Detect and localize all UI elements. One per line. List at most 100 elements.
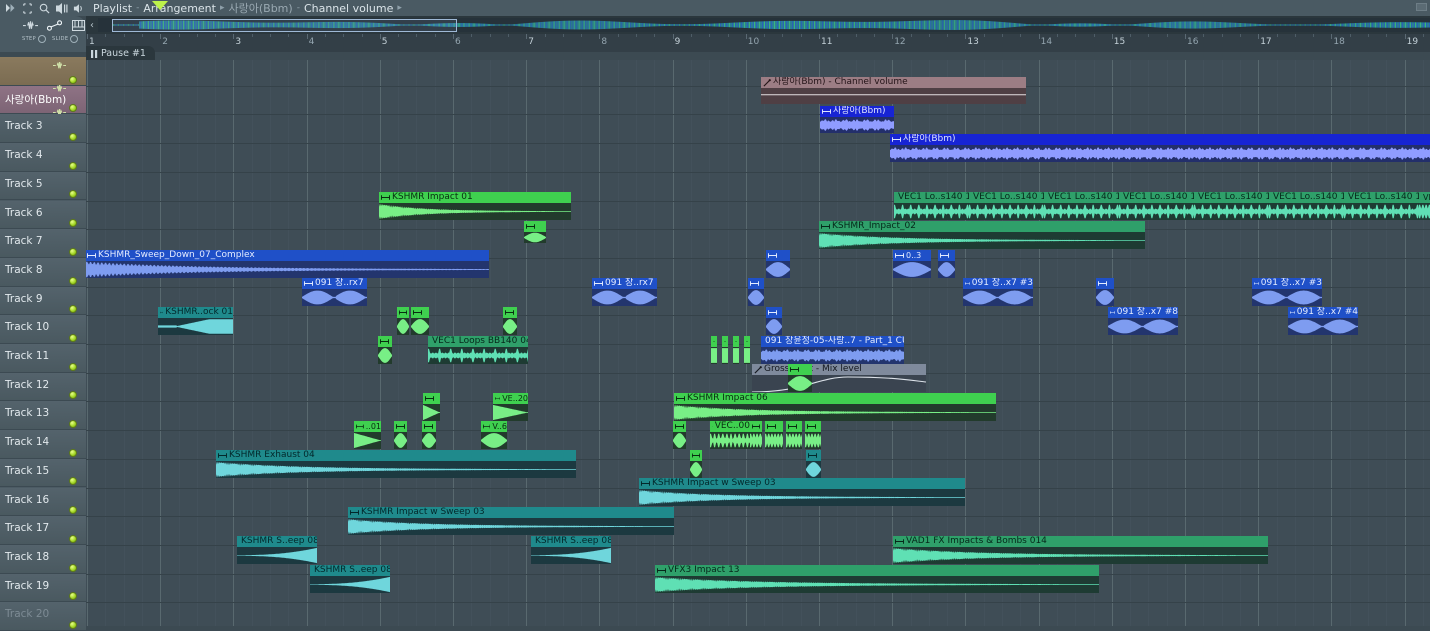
track-header-1[interactable] — [0, 57, 86, 86]
playlist-clip[interactable]: KSHMR Impact w Sweep 03 — [348, 507, 674, 535]
clip-body[interactable] — [733, 347, 739, 364]
track-header-18[interactable]: Track 18 — [0, 544, 86, 574]
clip-body[interactable] — [765, 432, 783, 449]
track-led-18[interactable] — [69, 563, 77, 572]
playlist-clip[interactable]: ..01 — [354, 421, 381, 449]
playlist-clip[interactable]: 091 장..rx7 — [592, 278, 657, 306]
playlist-clip[interactable]: KSHMR_Sweep_Down_07_Complex — [86, 250, 489, 278]
track-header-6[interactable]: Track 6 — [0, 200, 86, 230]
playlist-clip[interactable]: VEC1 Lo..s140 124 — [1119, 192, 1194, 220]
clip-header[interactable] — [766, 250, 790, 261]
playhead-marker[interactable] — [152, 1, 169, 10]
clip-body[interactable] — [1119, 203, 1194, 220]
clip-header[interactable]: KSHMR Impact 06 — [674, 393, 996, 404]
clip-header[interactable]: VEC1 Lo..s140 124 — [1194, 192, 1269, 203]
clip-body[interactable] — [1344, 203, 1419, 220]
playlist-clip[interactable] — [423, 393, 440, 421]
clip-body[interactable] — [428, 347, 528, 364]
clip-body[interactable] — [1096, 289, 1114, 306]
track-led-16[interactable] — [69, 506, 77, 515]
clip-header[interactable]: 사랑아(Bbm) - Channel volume — [761, 77, 1026, 88]
track-led-20[interactable] — [69, 620, 77, 629]
playlist-clip[interactable]: 사랑아(Bbm) - Channel volume — [761, 77, 1026, 104]
clip-header[interactable] — [378, 336, 392, 347]
clip-header[interactable] — [806, 450, 821, 461]
clip-header[interactable]: VAD1 FX Impacts & Bombs 014 — [893, 536, 1268, 547]
clip-header[interactable] — [690, 450, 702, 461]
clip-header[interactable] — [786, 421, 802, 432]
clip-header[interactable]: 091 장..x7 #8 — [1108, 307, 1178, 318]
playlist-clip[interactable]: VAD1 FX Impacts & Bombs 014 — [893, 536, 1268, 564]
track-led-10[interactable] — [69, 333, 77, 342]
clip-header[interactable] — [765, 421, 783, 432]
clip-header[interactable]: VEC1 Loops BB140 046 — [428, 336, 528, 347]
clip-header[interactable] — [722, 336, 728, 347]
playlist-clip[interactable]: KSHMR..ock 01 — [158, 307, 233, 335]
clip-header[interactable] — [1096, 278, 1114, 289]
clip-header[interactable]: KSHMR_Sweep_Down_07_Complex — [86, 250, 489, 261]
magnet-snap-icon[interactable] — [2, 1, 19, 15]
playlist-clip[interactable] — [711, 336, 717, 364]
clip-body[interactable] — [592, 289, 657, 306]
playlist-clip[interactable]: 091 장..x7 #4 — [1288, 307, 1358, 335]
playlist-clip[interactable]: KSHMR S..eep 08 — [531, 536, 611, 564]
clip-header[interactable] — [748, 278, 764, 289]
clip-body[interactable] — [1269, 203, 1344, 220]
playlist-clip[interactable] — [750, 421, 762, 449]
playlist-clip[interactable]: KSHMR Exhaust 04 — [216, 450, 576, 478]
clip-header[interactable]: KSHMR Impact 01 — [379, 192, 571, 203]
playlist-clip[interactable]: VEC1 Lo..s140 124 — [894, 192, 969, 220]
track-led-4[interactable] — [69, 161, 77, 170]
clip-body[interactable] — [86, 261, 489, 278]
clip-header[interactable]: 0..3 — [893, 250, 931, 261]
clip-header[interactable] — [503, 307, 517, 318]
clip-header[interactable]: VEC..00 — [710, 421, 750, 432]
playlist-clip[interactable]: VFX3 Impact 13 — [655, 565, 1099, 593]
playlist-clip[interactable]: VE — [1419, 192, 1430, 220]
playlist-clip[interactable]: 0..3 — [893, 250, 931, 278]
slide-led-icon[interactable] — [70, 35, 79, 43]
track-led-8[interactable] — [69, 276, 77, 285]
clip-body[interactable] — [722, 347, 728, 364]
track-led-11[interactable] — [69, 362, 77, 371]
track-led-12[interactable] — [69, 391, 77, 400]
clip-header[interactable]: VFX3 Impact 13 — [655, 565, 1099, 576]
playlist-clip[interactable]: 091 장윤정-05-사랑..7 - Part_1 CUT — [761, 336, 904, 364]
clip-body[interactable] — [302, 289, 367, 306]
clip-body[interactable] — [673, 432, 686, 449]
track-header-20[interactable]: Track 20 — [0, 602, 86, 631]
clip-body[interactable] — [237, 547, 317, 564]
playlist-clip[interactable] — [378, 336, 392, 364]
timeline-ruler[interactable]: 1 2 3 4 5 6 7 8 9 10 11 12 13 14 15 16 17 18 19 — [86, 34, 1430, 52]
clip-header[interactable] — [744, 336, 750, 347]
clip-body[interactable] — [893, 547, 1268, 564]
playlist-grid[interactable]: 사랑아(Bbm) - Channel volume 사랑아(Bbm) 사랑아(B… — [86, 60, 1430, 626]
clip-body[interactable] — [481, 432, 507, 449]
clip-body[interactable] — [493, 404, 528, 421]
clip-body[interactable] — [411, 318, 429, 335]
clip-body[interactable] — [379, 203, 571, 220]
track-led-9[interactable] — [69, 305, 77, 314]
clip-header[interactable]: 091 장윤정-05-사랑..7 - Part_1 CUT — [761, 336, 904, 347]
playlist-clip[interactable] — [397, 307, 409, 335]
track-move-handle-icon[interactable] — [53, 61, 66, 73]
clip-header[interactable] — [766, 307, 782, 318]
clip-header[interactable]: ..01 — [354, 421, 381, 432]
track-led-13[interactable] — [69, 420, 77, 429]
playlist-clip[interactable]: Gross Beat - Mix level — [752, 364, 926, 392]
clip-header[interactable] — [411, 307, 429, 318]
playlist-clip[interactable]: KSHMR S..eep 08 — [237, 536, 317, 564]
clip-header[interactable]: KSHMR Impact w Sweep 03 — [348, 507, 674, 518]
track-led-14[interactable] — [69, 448, 77, 457]
playlist-clip[interactable]: KSHMR S..eep 08 — [310, 565, 390, 593]
playlist-clip[interactable] — [673, 421, 686, 449]
clip-body[interactable] — [1288, 318, 1358, 335]
track-led-19[interactable] — [69, 592, 77, 601]
clip-body[interactable] — [394, 432, 407, 449]
track-header-4[interactable]: Track 4 — [0, 143, 86, 172]
playlist-clip[interactable]: VEC1 Lo..s140 124 — [1269, 192, 1344, 220]
clip-body[interactable] — [819, 232, 1145, 249]
playlist-clip[interactable]: KSHMR Impact w Sweep 03 — [639, 478, 965, 506]
track-header-19[interactable]: Track 19 — [0, 573, 86, 603]
clip-body[interactable] — [969, 203, 1044, 220]
